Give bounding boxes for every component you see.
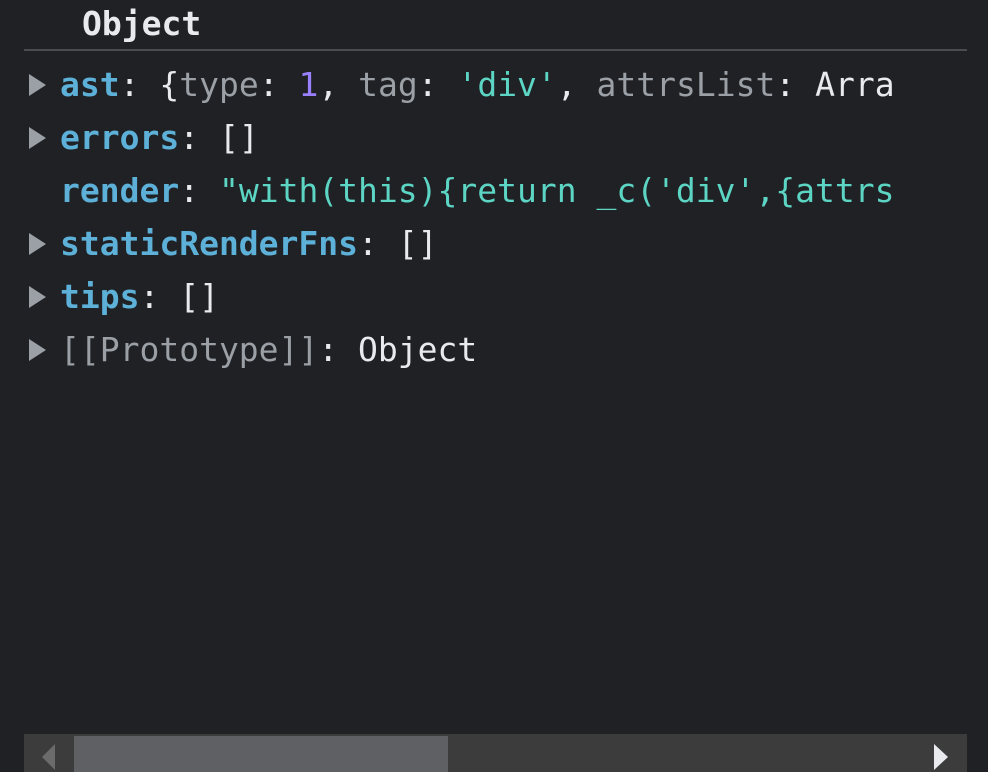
property-value: "with(this){return _c('div',{attrs [218, 171, 895, 210]
property-content: errors: [] [60, 118, 259, 157]
property-value: [] [218, 118, 259, 157]
expand-triangle-icon[interactable] [29, 286, 46, 308]
property-value: [] [397, 224, 438, 263]
preview-value: Arra [815, 65, 895, 104]
property-key: render [60, 171, 180, 210]
expand-triangle-icon[interactable] [29, 233, 46, 255]
scrollbar-thumb[interactable] [74, 736, 448, 772]
property-key: errors [60, 118, 180, 157]
header-divider [24, 49, 967, 51]
property-key: tips [60, 277, 140, 316]
property-row-render[interactable]: render: "with(this){return _c('div',{att… [0, 164, 967, 217]
expand-triangle-icon[interactable] [29, 339, 46, 361]
preview-key-tag: tag [358, 65, 418, 104]
preview-number: 1 [298, 65, 319, 104]
property-content: [[Prototype]]: Object [60, 330, 478, 369]
property-row-prototype[interactable]: [[Prototype]]: Object [0, 323, 967, 376]
expand-triangle-icon[interactable] [29, 74, 46, 96]
property-content: render: "with(this){return _c('div',{att… [60, 171, 895, 210]
preview-key-attrslist: attrsList [596, 65, 776, 104]
scroll-right-arrow-icon[interactable] [934, 744, 948, 770]
expand-triangle-icon[interactable] [29, 127, 46, 149]
property-key: [[Prototype]] [60, 330, 319, 369]
property-value: Object [358, 330, 478, 369]
property-list: ast: {type: 1, tag: 'div', attrsList: Ar… [0, 58, 967, 376]
property-key: ast [60, 65, 120, 104]
property-value: [] [179, 277, 219, 316]
property-row-errors[interactable]: errors: [] [0, 111, 967, 164]
property-row-staticrenderfns[interactable]: staticRenderFns: [] [0, 217, 967, 270]
console-object-panel: Object ast: {type: 1, tag: 'div', attrsL… [0, 0, 988, 772]
horizontal-scrollbar[interactable] [24, 734, 967, 772]
preview-string: 'div' [457, 65, 557, 104]
property-row-tips[interactable]: tips: [] [0, 270, 967, 323]
property-content: staticRenderFns: [] [60, 224, 438, 263]
property-content: ast: {type: 1, tag: 'div', attrsList: Ar… [60, 65, 895, 104]
property-content: tips: [] [60, 277, 219, 316]
property-key: staticRenderFns [60, 224, 359, 263]
preview-key-type: type [179, 65, 259, 104]
scroll-left-arrow-icon[interactable] [42, 744, 55, 770]
property-row-ast[interactable]: ast: {type: 1, tag: 'div', attrsList: Ar… [0, 58, 967, 111]
object-header[interactable]: Object [82, 4, 201, 43]
